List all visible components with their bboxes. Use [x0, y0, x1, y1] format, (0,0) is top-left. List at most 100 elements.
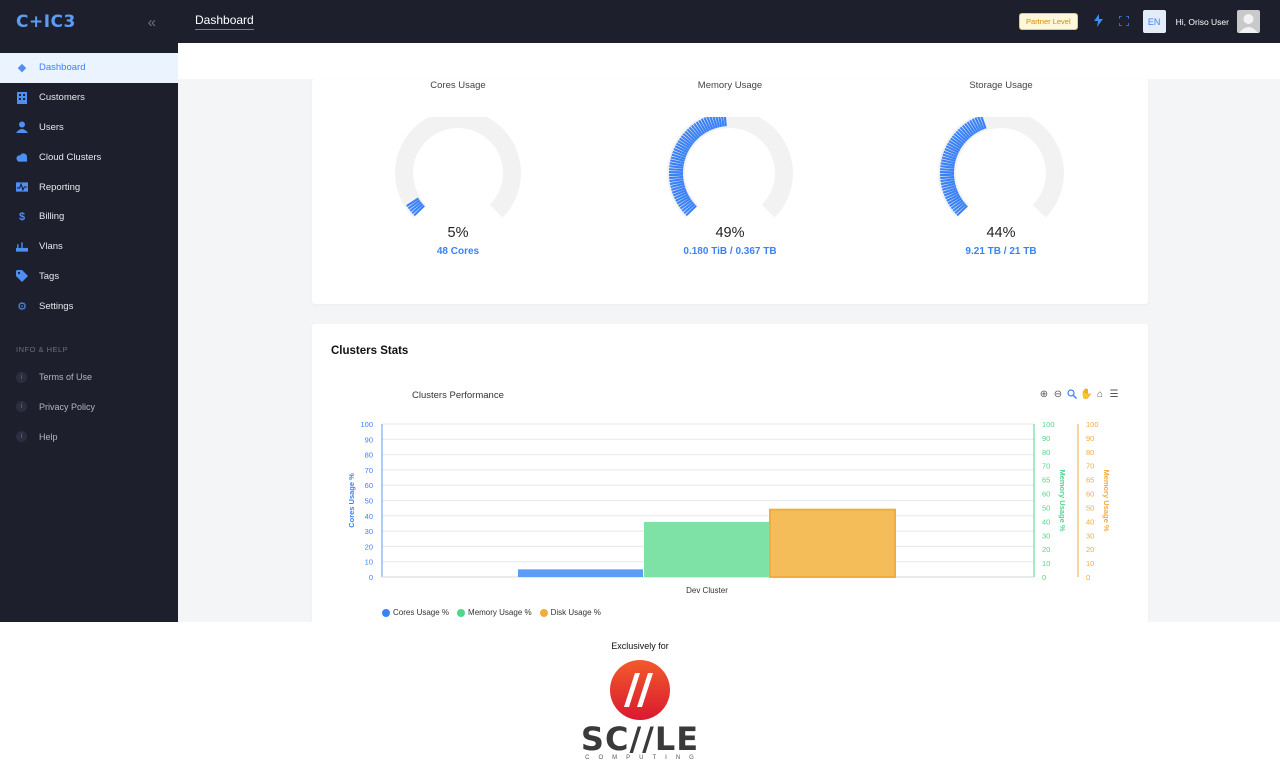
sidebar-item-label: Vlans [39, 241, 63, 253]
y-tick-label: 80 [365, 451, 373, 460]
top-bar: Dashboard Partner Level EN Hi, Oriso Use… [178, 0, 1280, 43]
sidebar-item-label: Reporting [39, 181, 81, 193]
menu-icon[interactable]: ☰ [1108, 389, 1120, 402]
building-icon [16, 91, 28, 104]
clusters-performance-chart: 0 10 20 30 40 50 60 70 80 90 100 0 0 10 10 20 20 30 30 40 40… [347, 420, 1111, 595]
y-right-tick-label: 90 [1042, 434, 1050, 443]
legend-item-disk[interactable]: Disk Usage % [539, 608, 601, 617]
zoom-in-icon[interactable]: ⊕ [1038, 389, 1050, 402]
bar-cores-usage [518, 569, 643, 577]
sidebar-item-settings[interactable]: ⚙ Settings [0, 291, 178, 321]
gear-icon: ⚙ [17, 300, 27, 313]
gauge-track [395, 117, 521, 218]
gauge-detail: 9.21 TB / 21 TB [965, 246, 1037, 257]
page-title: Dashboard [195, 13, 254, 30]
chart-legend: Cores Usage % Memory Usage % Disk Usage … [382, 608, 601, 617]
y-right-tick-label: 65 [1042, 476, 1050, 485]
network-icon [16, 241, 28, 253]
y-tick-label: 60 [365, 481, 373, 490]
cores-usage-gauge: Cores Usage 5% 48 Cores [358, 79, 558, 257]
sidebar-item-label: Dashboard [39, 62, 86, 74]
y-right2-tick-label: 50 [1086, 503, 1094, 512]
user-greeting[interactable]: Hi, Oriso User [1176, 17, 1229, 27]
sidebar-item-vlans[interactable]: Vlans [0, 232, 178, 262]
y-tick-label: 100 [360, 420, 373, 429]
home-reset-icon[interactable]: ⌂ [1094, 389, 1106, 402]
sidebar-item-label: Billing [39, 211, 65, 223]
sidebar-item-reporting[interactable]: Reporting [0, 172, 178, 202]
y-right-tick-label: 70 [1042, 462, 1050, 471]
y-tick-label: 50 [365, 497, 373, 506]
legend-swatch [382, 608, 390, 617]
memory-usage-gauge: Memory Usage 49% 0.180 TiB / 0.367 TB [630, 79, 830, 257]
chart-toolbar: ⊕ ⊖ ✋ ⌂ ☰ [1038, 389, 1120, 402]
scale-computing-logo-icon [610, 660, 670, 720]
info-icon: i [16, 371, 27, 383]
diamond-icon: ◆ [17, 62, 27, 75]
sidebar-item-label: Cloud Clusters [39, 151, 102, 163]
sidebar-item-label: Tags [39, 270, 60, 282]
topbar-actions: Partner Level EN Hi, Oriso User [1019, 10, 1260, 33]
gauge-dial [938, 117, 1064, 218]
sidebar-item-billing[interactable]: $ Billing [0, 202, 178, 232]
gauge-title: Cores Usage [430, 80, 486, 91]
y-right-tick-label: 30 [1042, 531, 1050, 540]
activity-icon [16, 181, 28, 193]
pan-hand-icon[interactable]: ✋ [1080, 389, 1092, 402]
sidebar-item-label: Users [39, 121, 64, 133]
gauge-value-tick [940, 168, 955, 172]
y-right2-tick-label: 60 [1086, 490, 1094, 499]
y-right-tick-label: 100 [1042, 420, 1055, 429]
sidebar-item-label: Privacy Policy [39, 401, 96, 412]
zoom-select-icon[interactable] [1066, 389, 1078, 402]
gauge-detail: 48 Cores [436, 246, 480, 257]
sidebar-item-help[interactable]: i Help [0, 422, 178, 452]
gauge-title: Storage Usage [969, 80, 1033, 91]
y-right-tick-label: 20 [1042, 545, 1050, 554]
sidebar: C+IC3 « ◆ Dashboard Customers Users Clou… [0, 0, 178, 622]
partner-level-badge[interactable]: Partner Level [1019, 13, 1078, 30]
sidebar-item-customers[interactable]: Customers [0, 83, 178, 113]
clusters-stats-card: Clusters Stats 0 10 20 30 40 50 60 70 80 90 100 0 0 1… [312, 324, 1148, 624]
gauge-dial [667, 117, 793, 218]
brand-sub: COMPUTING [585, 755, 703, 761]
legend-label: Cores Usage % [393, 608, 450, 617]
y-right2-tick-label: 70 [1086, 462, 1094, 471]
sidebar-item-terms[interactable]: i Terms of Use [0, 362, 178, 392]
bar-memory-usage [644, 521, 769, 577]
zoom-out-icon[interactable]: ⊖ [1052, 389, 1064, 402]
info-help-section-label: INFO & HELP [16, 345, 69, 355]
gauge-value-tick [940, 175, 955, 180]
sidebar-item-dashboard[interactable]: ◆ Dashboard [0, 53, 178, 83]
legend-swatch [539, 608, 548, 617]
sidebar-item-tags[interactable]: Tags [0, 262, 178, 292]
sidebar-item-cloud-clusters[interactable]: Cloud Clusters [0, 142, 178, 172]
y-right2-tick-label: 40 [1086, 517, 1094, 526]
app-logo[interactable]: C+IC3 [16, 12, 76, 32]
gauge-detail: 0.180 TiB / 0.367 TB [683, 246, 777, 257]
y-right2-tick-label: 0 [1086, 573, 1090, 582]
gauge-percent: 44% [986, 225, 1016, 241]
y-right2-tick-label: 30 [1086, 531, 1094, 540]
legend-item-cores[interactable]: Cores Usage % [382, 608, 449, 617]
gauge-track [667, 117, 793, 218]
storage-usage-gauge: Storage Usage 44% 9.21 TB / 21 TB [901, 79, 1101, 257]
info-icon: i [16, 401, 27, 413]
chevrons-left-icon[interactable]: « [148, 14, 156, 31]
fullscreen-icon[interactable] [1117, 14, 1130, 29]
avatar[interactable] [1237, 10, 1260, 33]
sidebar-item-label: Terms of Use [39, 372, 93, 383]
y-tick-label: 20 [365, 542, 373, 551]
gauge-value-tick [669, 168, 684, 172]
sidebar-item-users[interactable]: Users [0, 113, 178, 143]
legend-item-memory[interactable]: Memory Usage % [457, 608, 532, 617]
dollar-icon: $ [18, 210, 26, 223]
y-tick-label: 90 [365, 435, 373, 444]
gauge-percent: 49% [715, 225, 745, 241]
lightning-icon[interactable] [1093, 13, 1103, 30]
sidebar-item-privacy[interactable]: i Privacy Policy [0, 392, 178, 422]
language-selector[interactable]: EN [1142, 10, 1166, 33]
brand-bar: C+IC3 « [0, 0, 178, 44]
y-axis-title-left: Cores Usage % [347, 473, 356, 528]
y-right2-tick-label: 80 [1086, 448, 1094, 457]
